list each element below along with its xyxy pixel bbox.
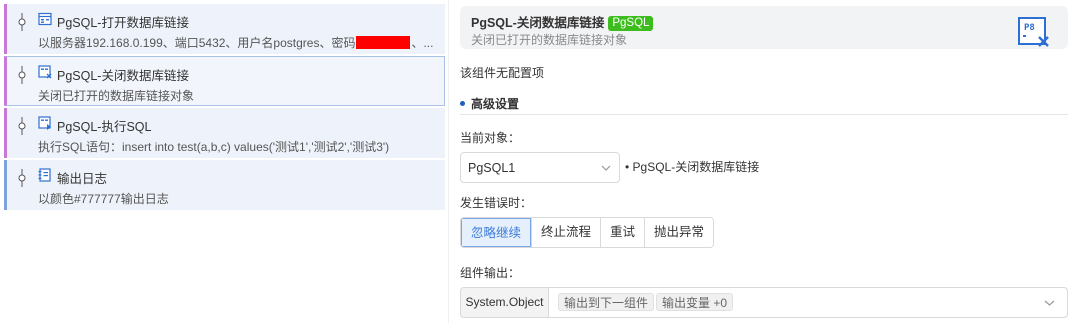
database-open-icon bbox=[38, 12, 52, 26]
current-object-note: • PgSQL-关闭数据库链接 bbox=[625, 160, 760, 174]
component-output-label: 组件输出： bbox=[460, 266, 521, 280]
flow-step-description: 执行SQL语句：insert into test(a,b,c) values('… bbox=[38, 140, 390, 154]
flow-step-title: PgSQL-关闭数据库链接 bbox=[57, 69, 189, 83]
svg-text:P8: P8 bbox=[1024, 23, 1035, 33]
connector-icon bbox=[18, 169, 26, 187]
connector-icon bbox=[18, 13, 26, 31]
current-object-label: 当前对象： bbox=[460, 131, 521, 145]
component-output-select[interactable]: System.Object 输出到下一组件 输出变量 +0 bbox=[460, 287, 1068, 318]
error-option-retry[interactable]: 重试 bbox=[600, 218, 645, 247]
section-divider bbox=[460, 114, 1068, 115]
chevron-down-icon bbox=[1044, 300, 1055, 306]
database-close-icon: P8 bbox=[1018, 17, 1049, 47]
component-description: 关闭已打开的数据库链接对象 bbox=[471, 33, 628, 47]
component-title: PgSQL-关闭数据库链接 PgSQL bbox=[471, 12, 654, 31]
output-chip-variable[interactable]: 输出变量 +0 bbox=[656, 293, 734, 311]
database-execute-icon bbox=[38, 116, 51, 130]
flow-step-title: PgSQL-执行SQL bbox=[57, 120, 152, 134]
section-heading-text: 高级设置 bbox=[471, 97, 520, 111]
flow-step-close-connection[interactable]: PgSQL-关闭数据库链接 关闭已打开的数据库链接对象 bbox=[4, 56, 445, 106]
connector-icon bbox=[18, 117, 26, 135]
error-handling-label: 发生错误时： bbox=[460, 196, 533, 210]
component-header: PgSQL-关闭数据库链接 PgSQL 关闭已打开的数据库链接对象 P8 bbox=[460, 6, 1068, 49]
current-object-select[interactable]: PgSQL1 bbox=[460, 152, 620, 183]
flow-step-description: 以服务器192.168.0.199、端口5432、用户名postgres、密码 、… bbox=[38, 34, 433, 51]
no-config-text: 该组件无配置项 bbox=[460, 66, 545, 80]
current-object-value: PgSQL1 bbox=[468, 161, 516, 175]
error-option-throw-exception[interactable]: 抛出异常 bbox=[644, 218, 714, 247]
output-type: System.Object bbox=[461, 288, 549, 317]
component-type-tag: PgSQL bbox=[608, 16, 654, 31]
database-close-icon bbox=[38, 65, 52, 79]
flow-step-title: PgSQL-打开数据库链接 bbox=[57, 16, 189, 30]
flow-step-open-connection[interactable]: PgSQL-打开数据库链接 以服务器192.168.0.199、端口5432、用… bbox=[4, 4, 445, 54]
flow-step-description: 关闭已打开的数据库链接对象 bbox=[38, 89, 195, 103]
chevron-down-icon bbox=[601, 165, 611, 171]
flow-step-description-ellipsis: 、... bbox=[411, 36, 434, 50]
error-option-ignore-continue[interactable]: 忽略继续 bbox=[461, 218, 532, 247]
bullet-icon bbox=[460, 101, 465, 106]
flow-step-description-text: 以服务器192.168.0.199、端口5432、用户名postgres、密码 bbox=[38, 36, 356, 50]
redaction-block bbox=[356, 36, 411, 49]
error-option-stop-flow[interactable]: 终止流程 bbox=[531, 218, 601, 247]
properties-panel: PgSQL-关闭数据库链接 PgSQL 关闭已打开的数据库链接对象 P8 该组件无… bbox=[448, 0, 1072, 323]
error-handling-options: 忽略继续 终止流程 重试 抛出异常 bbox=[460, 217, 715, 248]
flow-step-title: 输出日志 bbox=[57, 172, 108, 186]
flow-step-execute-sql[interactable]: PgSQL-执行SQL 执行SQL语句：insert into test(a,b… bbox=[4, 108, 445, 158]
output-chip-next-component[interactable]: 输出到下一组件 bbox=[558, 293, 655, 311]
flow-step-description: 以颜色#777777输出日志 bbox=[38, 192, 169, 206]
section-heading: 高级设置 bbox=[460, 95, 519, 112]
log-icon bbox=[38, 168, 51, 182]
flow-step-output-log[interactable]: 输出日志 以颜色#777777输出日志 bbox=[4, 160, 445, 210]
component-title-text: PgSQL-关闭数据库链接 bbox=[471, 16, 605, 30]
flow-step-list: PgSQL-打开数据库链接 以服务器192.168.0.199、端口5432、用… bbox=[0, 0, 446, 323]
connector-icon bbox=[18, 66, 26, 84]
